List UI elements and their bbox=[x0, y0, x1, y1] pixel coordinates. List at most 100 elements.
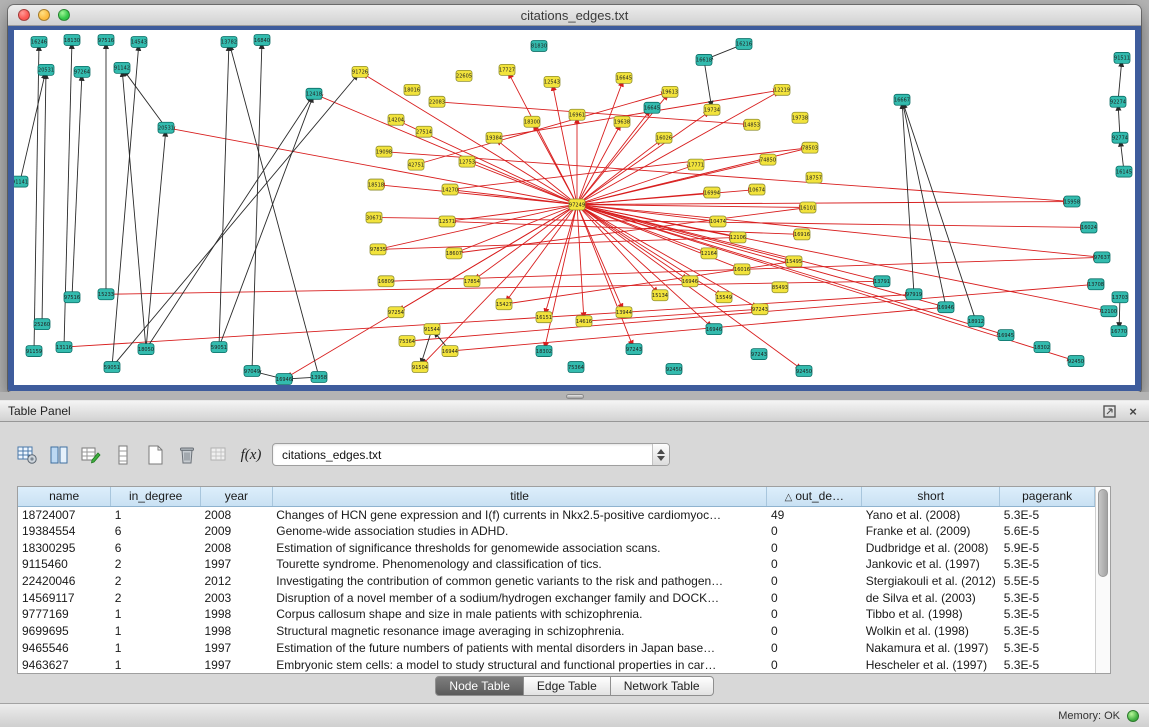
graph-node[interactable]: 91141 bbox=[14, 176, 28, 187]
graph-node[interactable]: 97249 bbox=[569, 199, 585, 210]
graph-node[interactable]: 75364 bbox=[568, 362, 584, 373]
graph-node[interactable]: 17854 bbox=[464, 276, 480, 287]
graph-node[interactable]: 91544 bbox=[424, 324, 440, 335]
graph-node[interactable]: 13116 bbox=[56, 342, 72, 353]
graph-node[interactable]: 91511 bbox=[1114, 52, 1130, 63]
graph-node[interactable]: 12753 bbox=[459, 156, 475, 167]
tab-node-table[interactable]: Node Table bbox=[435, 676, 524, 696]
graph-node[interactable]: 19738 bbox=[792, 112, 808, 123]
graph-node[interactable]: 78503 bbox=[802, 142, 818, 153]
graph-node[interactable]: 16246 bbox=[31, 36, 47, 47]
graph-node[interactable]: 97243 bbox=[626, 344, 642, 355]
table-row[interactable]: 1830029562008Estimation of significance … bbox=[18, 539, 1095, 556]
graph-node[interactable]: 30671 bbox=[366, 212, 382, 223]
table-sheet-selector[interactable]: citations_edges.txt bbox=[272, 443, 670, 466]
graph-node[interactable]: 74850 bbox=[760, 154, 776, 165]
column-header-name[interactable]: name bbox=[18, 487, 111, 506]
graph-node[interactable]: 16840 bbox=[254, 34, 270, 45]
graph-node[interactable]: 14270 bbox=[442, 184, 458, 195]
combo-stepper-icon[interactable] bbox=[652, 444, 669, 465]
graph-node[interactable]: 91726 bbox=[352, 66, 368, 77]
graph-node[interactable]: 12164 bbox=[701, 248, 717, 259]
graph-node[interactable]: 16946 bbox=[682, 276, 698, 287]
column-header-out_degree[interactable]: △out_de… bbox=[767, 487, 862, 506]
window-titlebar[interactable]: citations_edges.txt bbox=[8, 5, 1141, 26]
graph-node[interactable]: 75364 bbox=[399, 336, 415, 347]
graph-node[interactable]: 12100 bbox=[1101, 306, 1117, 317]
graph-node[interactable]: 16216 bbox=[736, 38, 752, 49]
column-header-year[interactable]: year bbox=[201, 487, 273, 506]
graph-node[interactable]: 10474 bbox=[710, 216, 726, 227]
import-table-icon[interactable] bbox=[206, 442, 232, 468]
graph-node[interactable]: 16667 bbox=[894, 94, 910, 105]
graph-node[interactable]: 25260 bbox=[34, 319, 50, 330]
graph-node[interactable]: 20531 bbox=[158, 122, 174, 133]
graph-node[interactable]: 16645 bbox=[616, 72, 632, 83]
graph-node[interactable]: 16944 bbox=[442, 346, 458, 357]
close-panel-icon[interactable]: × bbox=[1125, 403, 1141, 419]
graph-node[interactable]: 14204 bbox=[388, 114, 404, 125]
graph-node[interactable]: 16151 bbox=[536, 312, 552, 323]
column-header-in_degree[interactable]: in_degree bbox=[111, 487, 201, 506]
graph-node[interactable]: 19098 bbox=[376, 146, 392, 157]
graph-node[interactable]: 13958 bbox=[311, 372, 327, 383]
graph-node[interactable]: 18518 bbox=[368, 179, 384, 190]
graph-node[interactable]: 92774 bbox=[1112, 132, 1128, 143]
graph-node[interactable]: 97835 bbox=[370, 244, 386, 255]
graph-node[interactable]: 15495 bbox=[786, 256, 802, 267]
graph-node[interactable]: 12219 bbox=[774, 84, 790, 95]
table-row[interactable]: 946362711997Embryonic stem cells: a mode… bbox=[18, 656, 1095, 673]
graph-node[interactable]: 14853 bbox=[744, 119, 760, 130]
graph-node[interactable]: 19384 bbox=[486, 132, 502, 143]
graph-node[interactable]: 16946 bbox=[706, 324, 722, 335]
column-header-pagerank[interactable]: pagerank bbox=[1000, 487, 1095, 506]
graph-node[interactable]: 91504 bbox=[412, 362, 428, 373]
tab-edge-table[interactable]: Edge Table bbox=[524, 676, 611, 696]
graph-node[interactable]: 14543 bbox=[131, 36, 147, 47]
network-canvas[interactable]: 9724916961196381602617771169941047412164… bbox=[14, 30, 1135, 385]
graph-node[interactable]: 18300 bbox=[524, 116, 540, 127]
graph-node[interactable]: 97243 bbox=[751, 349, 767, 360]
graph-node[interactable]: 13944 bbox=[616, 307, 632, 318]
table-row[interactable]: 946554611997Estimation of the future num… bbox=[18, 640, 1095, 657]
graph-node[interactable]: 91159 bbox=[26, 346, 42, 357]
graph-node[interactable]: 85493 bbox=[772, 282, 788, 293]
graph-node[interactable]: 19638 bbox=[614, 116, 630, 127]
table-row[interactable]: 1938455462009Genome-wide association stu… bbox=[18, 523, 1095, 540]
scrollbar-thumb[interactable] bbox=[1098, 489, 1108, 577]
graph-node[interactable]: 16946 bbox=[938, 302, 954, 313]
graph-node[interactable]: 16618 bbox=[696, 54, 712, 65]
graph-node[interactable]: 18912 bbox=[968, 316, 984, 327]
graph-node[interactable]: 16994 bbox=[704, 187, 720, 198]
graph-node[interactable]: 16024 bbox=[1081, 222, 1097, 233]
graph-node[interactable]: 92450 bbox=[1068, 356, 1084, 367]
graph-node[interactable]: 13708 bbox=[1088, 279, 1104, 290]
graph-node[interactable]: 27514 bbox=[416, 126, 432, 137]
graph-node[interactable]: 42751 bbox=[408, 159, 424, 170]
panel-splitter[interactable] bbox=[0, 392, 1149, 400]
graph-node[interactable]: 18302 bbox=[1034, 342, 1050, 353]
table-row[interactable]: 2242004622012Investigating the contribut… bbox=[18, 573, 1095, 590]
graph-node[interactable]: 12571 bbox=[439, 216, 455, 227]
table-row[interactable]: 911546021997Tourette syndrome. Phenomeno… bbox=[18, 556, 1095, 573]
graph-node[interactable]: 22605 bbox=[456, 70, 472, 81]
graph-node[interactable]: 15134 bbox=[652, 290, 668, 301]
graph-node[interactable]: 13782 bbox=[221, 36, 237, 47]
table-row[interactable]: 1872400712008Changes of HCN gene express… bbox=[18, 506, 1095, 523]
column-header-short[interactable]: short bbox=[862, 487, 1000, 506]
graph-node[interactable]: 16645 bbox=[644, 102, 660, 113]
show-columns-icon[interactable] bbox=[46, 442, 72, 468]
graph-node[interactable]: 16916 bbox=[794, 229, 810, 240]
graph-node[interactable]: 15958 bbox=[1064, 196, 1080, 207]
row-height-icon[interactable] bbox=[110, 442, 136, 468]
graph-node[interactable]: 81830 bbox=[531, 40, 547, 51]
graph-node[interactable]: 16770 bbox=[1111, 326, 1127, 337]
graph-node[interactable]: 16945 bbox=[998, 330, 1014, 341]
minimize-window-button[interactable] bbox=[38, 9, 50, 21]
graph-node[interactable]: 18302 bbox=[536, 346, 552, 357]
graph-node[interactable]: 12418 bbox=[306, 88, 322, 99]
graph-node[interactable]: 15549 bbox=[716, 292, 732, 303]
graph-node[interactable]: 92450 bbox=[666, 364, 682, 375]
graph-node[interactable]: 22083 bbox=[429, 96, 445, 107]
graph-node[interactable]: 13703 bbox=[1112, 292, 1128, 303]
